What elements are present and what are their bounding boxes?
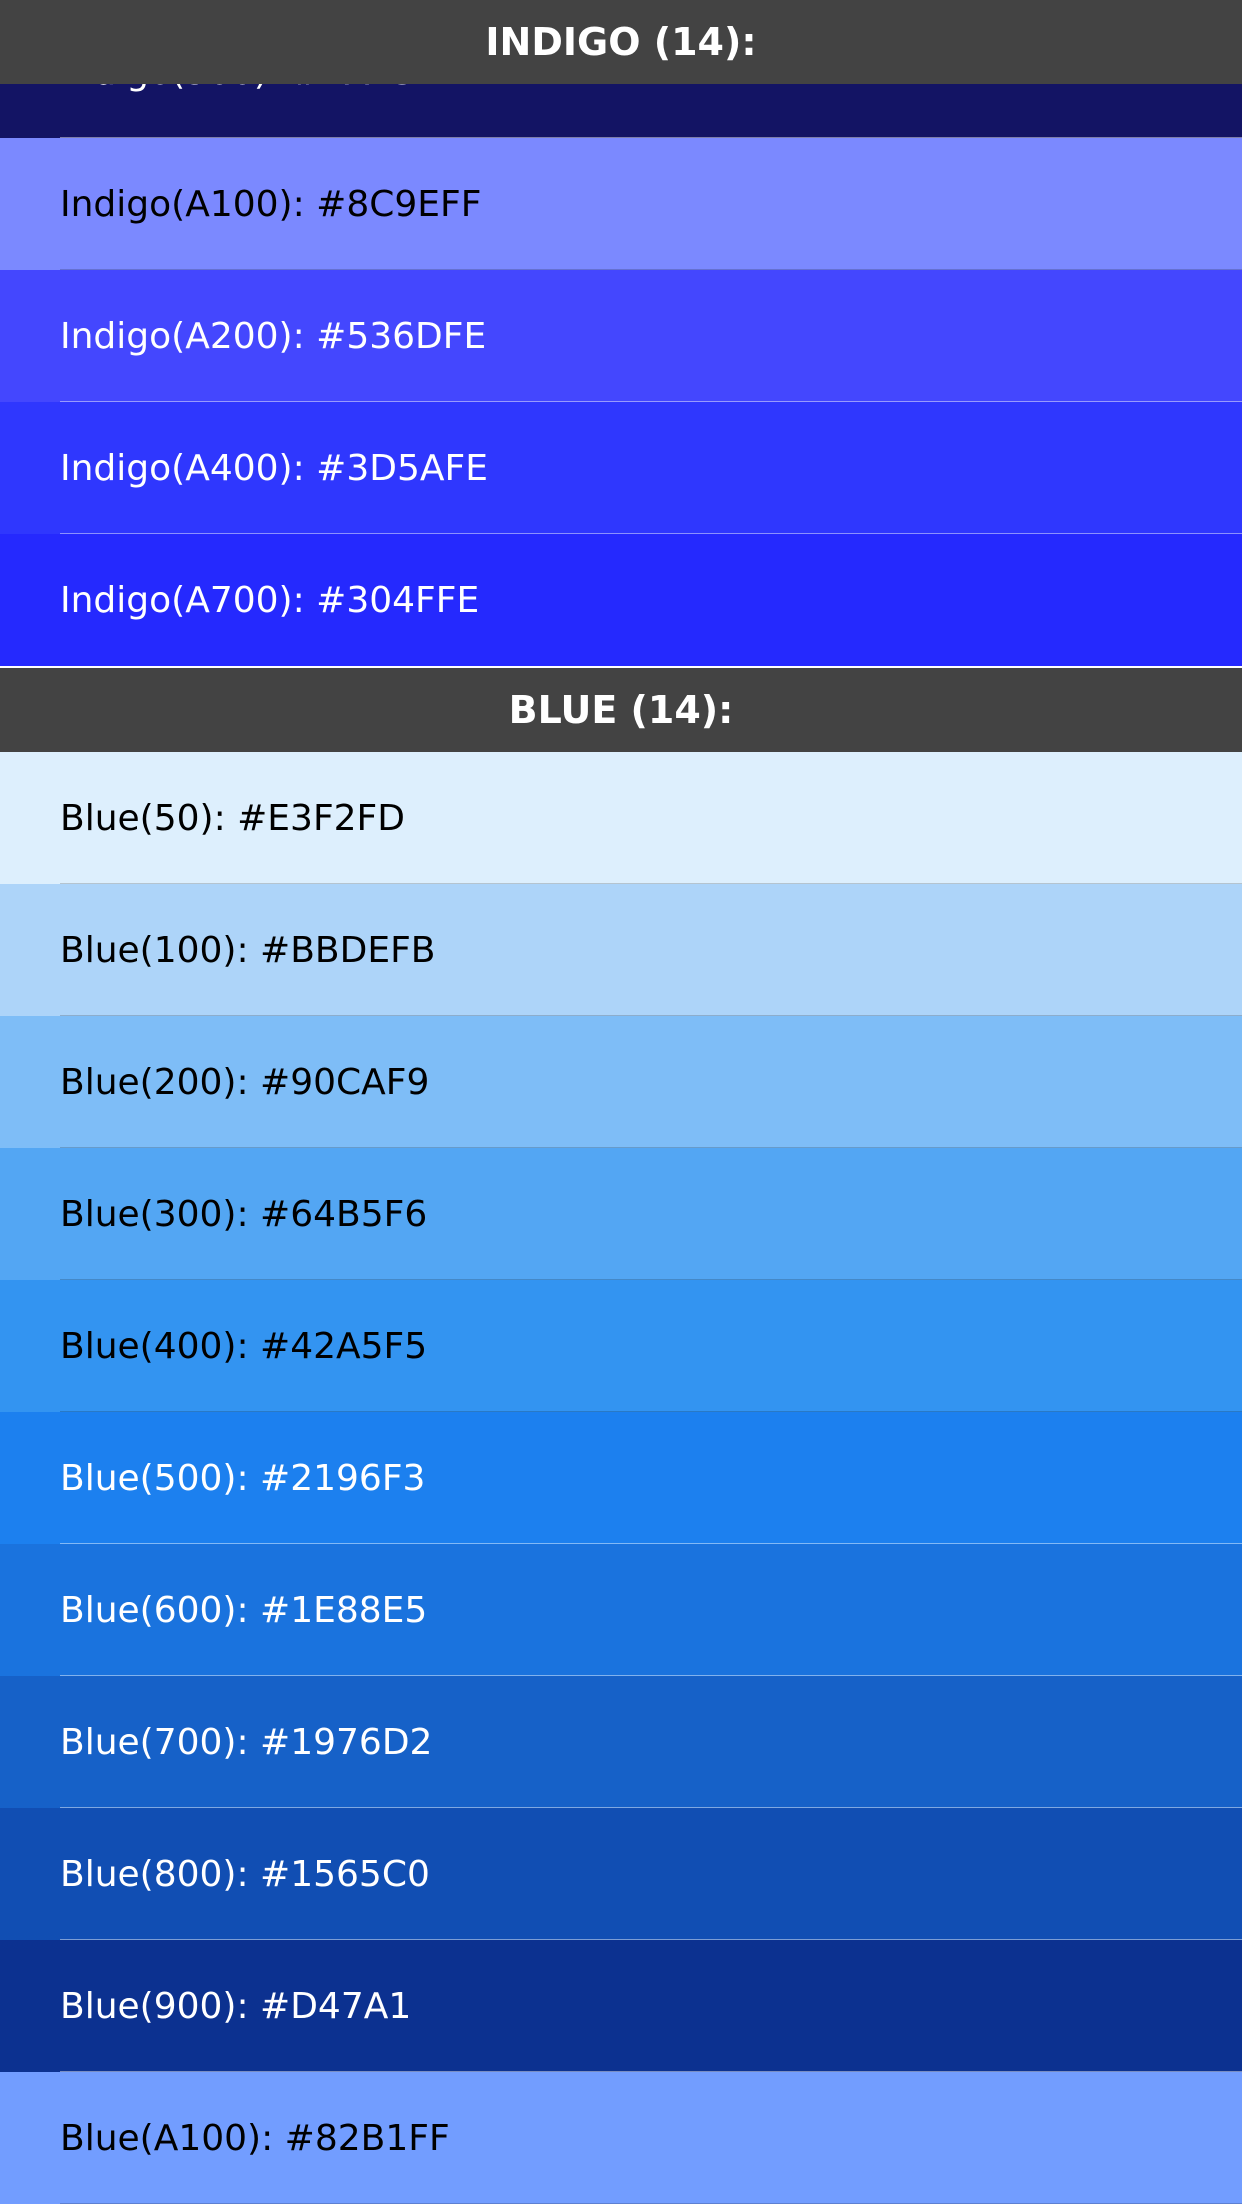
color-label: Blue(50): #E3F2FD: [60, 797, 405, 839]
list-item[interactable]: Blue(800): #1565C0: [0, 1808, 1242, 1940]
list-item[interactable]: Blue(600): #1E88E5: [0, 1544, 1242, 1676]
color-label: Indigo(A200): #536DFE: [60, 315, 487, 357]
color-label: Blue(A100): #82B1FF: [60, 2117, 450, 2159]
color-label: Blue(900): #D47A1: [60, 1985, 412, 2027]
section-title: INDIGO (14):: [485, 20, 757, 64]
section-title: BLUE (14):: [508, 688, 734, 732]
color-label: Indigo(A700): #304FFE: [60, 579, 480, 621]
list-item[interactable]: Blue(100): #BBDEFB: [0, 884, 1242, 1016]
list-item[interactable]: Blue(700): #1976D2: [0, 1676, 1242, 1808]
color-list[interactable]: Indigo(900): #1A237E INDIGO (14): Indigo…: [0, 0, 1242, 2208]
color-label: Blue(100): #BBDEFB: [60, 929, 436, 971]
color-label: Blue(400): #42A5F5: [60, 1325, 428, 1367]
list-item[interactable]: Indigo(A200): #536DFE: [0, 270, 1242, 402]
list-item[interactable]: Indigo(A700): #304FFE: [0, 534, 1242, 666]
list-item[interactable]: Blue(A100): #82B1FF: [0, 2072, 1242, 2204]
color-label: Blue(600): #1E88E5: [60, 1589, 428, 1631]
list-item[interactable]: Indigo(A100): #8C9EFF: [0, 138, 1242, 270]
color-label: Indigo(A400): #3D5AFE: [60, 447, 488, 489]
list-item[interactable]: Blue(50): #E3F2FD: [0, 752, 1242, 884]
list-item[interactable]: Blue(900): #D47A1: [0, 1940, 1242, 2072]
color-label: Blue(300): #64B5F6: [60, 1193, 428, 1235]
row-separator: [60, 2203, 1242, 2204]
section-header-indigo: INDIGO (14):: [0, 0, 1242, 84]
list-item[interactable]: Blue(200): #90CAF9: [0, 1016, 1242, 1148]
list-item[interactable]: Blue(300): #64B5F6: [0, 1148, 1242, 1280]
color-label: Blue(800): #1565C0: [60, 1853, 430, 1895]
list-item[interactable]: Blue(500): #2196F3: [0, 1412, 1242, 1544]
color-label: Blue(500): #2196F3: [60, 1457, 426, 1499]
list-item[interactable]: Indigo(A400): #3D5AFE: [0, 402, 1242, 534]
color-label: Blue(200): #90CAF9: [60, 1061, 430, 1103]
section-header-blue: BLUE (14):: [0, 668, 1242, 752]
color-label: Indigo(A100): #8C9EFF: [60, 183, 482, 225]
list-item[interactable]: Blue(400): #42A5F5: [0, 1280, 1242, 1412]
color-label: Blue(700): #1976D2: [60, 1721, 433, 1763]
